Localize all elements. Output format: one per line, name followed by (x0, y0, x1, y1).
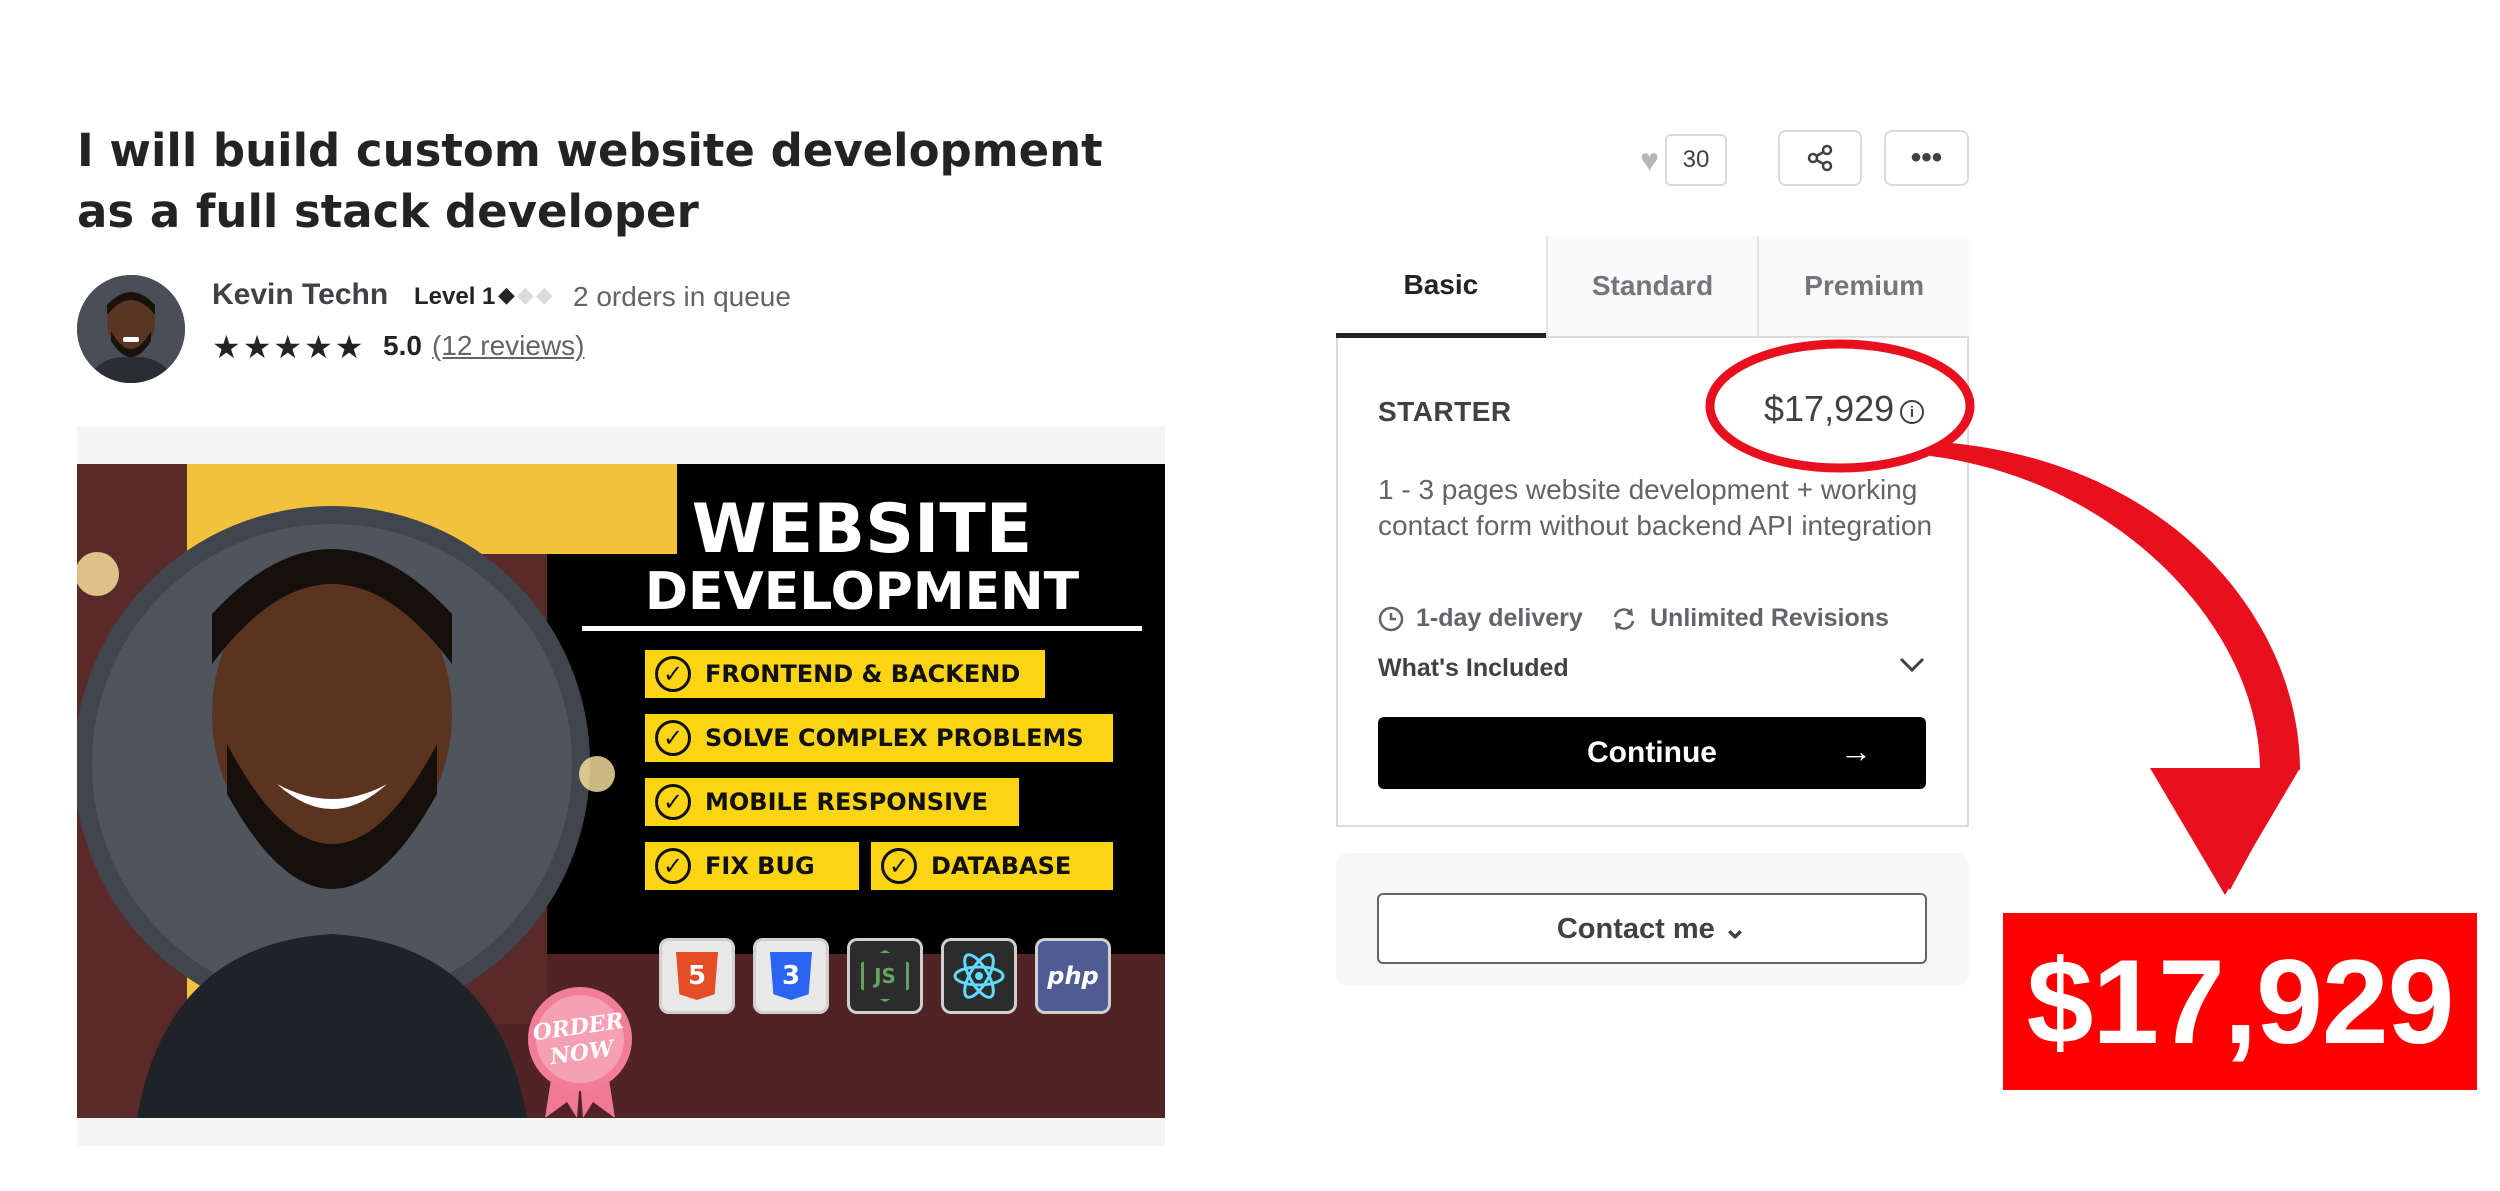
package-tabs: Basic Standard Premium (1336, 236, 1970, 338)
php-icon: php (1035, 938, 1111, 1014)
tab-premium[interactable]: Premium (1757, 236, 1970, 338)
heart-icon[interactable]: ♥ (1640, 142, 1659, 179)
revisions: Unlimited Revisions (1610, 604, 1889, 633)
html5-icon: 5 (659, 938, 735, 1014)
tab-standard[interactable]: Standard (1545, 236, 1758, 338)
seller-avatar[interactable] (77, 275, 185, 383)
level-diamonds-icon: ◆◆◆ (498, 282, 555, 307)
orders-in-queue: 2 orders in queue (573, 281, 791, 312)
gig-title: I will build custom website development … (77, 124, 1103, 238)
image-feature: ✓ DATABASE (871, 842, 1113, 890)
package-name: STARTER (1378, 396, 1512, 427)
delivery-time: 1-day delivery (1378, 604, 1583, 633)
seller-level: Level 1 (414, 283, 496, 310)
reviews-link[interactable]: (12 reviews) (432, 330, 584, 362)
check-icon: ✓ (655, 848, 691, 884)
like-count: 30 (1665, 134, 1727, 186)
css3-icon: 3 (753, 938, 829, 1014)
clock-icon (1378, 606, 1404, 631)
package-description: 1 - 3 pages website development + workin… (1378, 474, 1933, 541)
gig-image[interactable]: WEBSITE DEVELOPMENT ✓ FRONTEND & BACKEND… (77, 464, 1165, 1118)
image-feature: ✓ FIX BUG (645, 842, 859, 890)
chevron-down-icon[interactable] (1898, 656, 1926, 674)
arrow-right-icon: → (1840, 733, 1872, 769)
price-callout-text: $17,929 (2026, 934, 2455, 1069)
contact-me-button[interactable]: Contact me ⌄ (1377, 893, 1927, 964)
image-feature: ✓ MOBILE RESPONSIVE (645, 778, 1019, 826)
check-icon: ✓ (655, 784, 691, 820)
image-feature: ✓ SOLVE COMPLEX PROBLEMS (645, 714, 1113, 762)
react-icon (941, 938, 1017, 1014)
image-feature: ✓ FRONTEND & BACKEND (645, 650, 1045, 698)
like-control[interactable]: ♥ 30 (1640, 132, 1727, 188)
price-callout: $17,929 (2003, 913, 2477, 1090)
nodejs-icon: JS (847, 938, 923, 1014)
seller-name[interactable]: Kevin Techn (212, 278, 388, 312)
check-icon: ✓ (881, 848, 917, 884)
image-headline-1: WEBSITE (691, 490, 1033, 569)
check-icon: ✓ (655, 656, 691, 692)
image-headline-2: DEVELOPMENT (644, 562, 1080, 622)
share-icon (1807, 144, 1833, 172)
whats-included-toggle[interactable]: What's Included (1378, 654, 1569, 683)
check-icon: ✓ (655, 720, 691, 756)
continue-button[interactable]: Continue → (1378, 717, 1926, 789)
tab-basic[interactable]: Basic (1336, 236, 1546, 338)
more-options-button[interactable]: ••• (1884, 130, 1969, 186)
rating-stars-icon: ★★★★★ (212, 329, 366, 365)
rating-score: 5.0 (383, 330, 422, 361)
refresh-icon (1613, 607, 1635, 630)
share-button[interactable] (1778, 130, 1862, 186)
